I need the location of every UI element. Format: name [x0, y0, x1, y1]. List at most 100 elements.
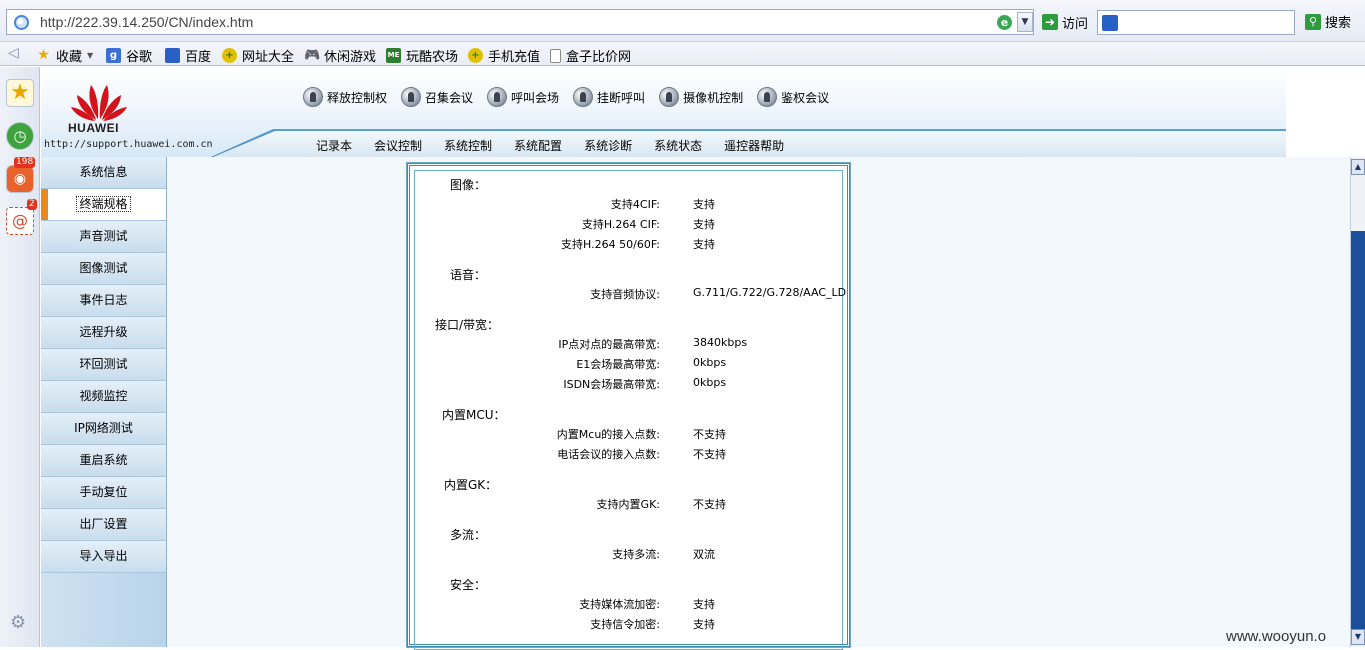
farm-icon: ME — [386, 48, 401, 63]
leftnav-item[interactable]: 视频监控 — [41, 381, 166, 413]
spec-label: 支持内置GK: — [596, 498, 660, 511]
fav-label: 谷歌 — [126, 50, 153, 65]
scroll-thumb[interactable] — [1351, 231, 1365, 631]
huawei-logo-icon — [71, 85, 127, 121]
menu-system-config[interactable]: 系统配置 — [514, 137, 562, 154]
history-clock-icon[interactable]: ◷ — [6, 122, 34, 150]
address-url[interactable]: http://222.39.14.250/CN/index.htm — [40, 14, 253, 30]
menu-system-control[interactable]: 系统控制 — [444, 137, 492, 154]
menu-notebook[interactable]: 记录本 — [316, 137, 352, 154]
leftnav-item[interactable]: 终端规格 — [41, 189, 166, 221]
menu-system-diagnosis[interactable]: 系统诊断 — [584, 137, 632, 154]
ie-compat-icon[interactable]: e — [997, 15, 1012, 30]
auth-meeting-button[interactable]: 鉴权会议 — [757, 87, 829, 107]
toolbar: 释放控制权 召集会议 呼叫会场 挂断呼叫 摄像机控制 鉴权会议 — [303, 87, 829, 107]
menu-remote-help[interactable]: 遥控器帮助 — [724, 137, 784, 154]
spec-label: 支持4CIF: — [610, 198, 660, 211]
gear-icon[interactable]: ⚙ — [10, 612, 26, 633]
search-button[interactable]: ⚲ 搜索 — [1305, 12, 1351, 31]
scroll-down-arrow-icon[interactable]: ▼ — [1351, 629, 1365, 645]
top-menu: 记录本 会议控制 系统控制 系统配置 系统诊断 系统状态 遥控器帮助 — [316, 137, 806, 154]
convene-meeting-button[interactable]: 召集会议 — [401, 87, 473, 107]
toolbar-label: 挂断呼叫 — [597, 90, 646, 105]
leftnav-item[interactable]: 环回测试 — [41, 349, 166, 381]
leftnav-item-label: 终端规格 — [76, 196, 131, 212]
leftnav-item[interactable]: 手动复位 — [41, 477, 166, 509]
spec-section-title: 图像： — [450, 178, 487, 192]
person-icon — [303, 87, 323, 107]
favorites-bar: ◁ ★ 收藏 ▼ g 谷歌 🐾 百度 + 网址大全 🎮 休闲游戏 ME 玩酷农场… — [0, 42, 1365, 66]
spec-value: 双流 — [693, 548, 715, 561]
scroll-up-arrow-icon[interactable]: ▲ — [1351, 159, 1365, 175]
leftnav-item[interactable]: 重启系统 — [41, 445, 166, 477]
leftnav-item[interactable]: 图像测试 — [41, 253, 166, 285]
spec-label: E1会场最高带宽: — [576, 358, 660, 371]
mail-icon[interactable]: @ — [6, 207, 34, 235]
fav-games[interactable]: 🎮 休闲游戏 — [304, 46, 376, 65]
leftnav-item[interactable]: 事件日志 — [41, 285, 166, 317]
spec-section-title: 多流： — [450, 528, 487, 542]
leftnav-item[interactable]: 声音测试 — [41, 221, 166, 253]
toolbar-label: 鉴权会议 — [781, 90, 830, 105]
favorites-menu[interactable]: ★ 收藏 ▼ — [36, 46, 93, 66]
leftnav-item-label: IP网络测试 — [74, 421, 133, 435]
browser-side-panel: ★ ◷ ◉ 198 @ 2 ⚙ — [0, 67, 40, 647]
spec-value: 支持 — [693, 238, 715, 251]
spec-value: 不支持 — [693, 428, 726, 441]
leftnav-item-label: 视频监控 — [79, 389, 128, 403]
menu-meeting-control[interactable]: 会议控制 — [374, 137, 422, 154]
fav-farm[interactable]: ME 玩酷农场 — [386, 46, 458, 65]
fav-label: 玩酷农场 — [406, 50, 459, 65]
fav-site-nav[interactable]: + 网址大全 — [222, 46, 294, 65]
page-header: HUAWEI http://support.huawei.com.cn 释放控制… — [41, 67, 1286, 157]
toolbar-label: 摄像机控制 — [683, 90, 744, 105]
go-button[interactable]: ➜ 访问 — [1042, 12, 1088, 32]
release-control-button[interactable]: 释放控制权 — [303, 87, 387, 107]
site-nav-icon: + — [222, 48, 237, 63]
leftnav-item-label: 出厂设置 — [79, 517, 128, 531]
collapse-arrow-icon[interactable]: ◁ — [8, 45, 19, 61]
menu-system-status[interactable]: 系统状态 — [654, 137, 702, 154]
search-input[interactable]: 🐾 — [1097, 10, 1295, 35]
address-dropdown-button[interactable]: ▼ — [1017, 12, 1033, 32]
support-url[interactable]: http://support.huawei.com.cn — [44, 139, 213, 150]
spec-section-title: 内置MCU： — [442, 408, 506, 422]
hangup-button[interactable]: 挂断呼叫 — [573, 87, 645, 107]
address-bar[interactable]: http://222.39.14.250/CN/index.htm e ▼ — [6, 9, 1034, 35]
spec-value: 0kbps — [693, 376, 727, 389]
leftnav-item[interactable]: 导入导出 — [41, 541, 166, 573]
call-site-button[interactable]: 呼叫会场 — [487, 87, 559, 107]
spec-label: 电话会议的接入点数: — [557, 448, 660, 461]
camera-icon — [659, 87, 680, 107]
fav-google[interactable]: g 谷歌 — [106, 46, 152, 65]
leftnav-item[interactable]: 系统信息 — [41, 157, 166, 189]
go-arrow-icon: ➜ — [1042, 14, 1058, 30]
leftnav-item-label: 系统信息 — [79, 165, 128, 179]
spec-section-title: 安全： — [450, 578, 487, 592]
fav-baidu[interactable]: 🐾 百度 — [165, 46, 211, 65]
spec-label: 内置Mcu的接入点数: — [556, 428, 660, 441]
leftnav-item[interactable]: 远程升级 — [41, 317, 166, 349]
leftnav-item[interactable]: 出厂设置 — [41, 509, 166, 541]
vertical-scrollbar[interactable]: ▲ ▼ — [1350, 157, 1365, 647]
spec-value: 支持 — [693, 218, 715, 231]
baidu-paw-icon: 🐾 — [165, 48, 180, 63]
spec-value: 3840kbps — [693, 336, 748, 349]
leftnav-item[interactable]: IP网络测试 — [41, 413, 166, 445]
camera-control-button[interactable]: 摄像机控制 — [659, 87, 743, 107]
fav-price-compare[interactable]: 盒子比价网 — [550, 46, 631, 65]
favorites-star-icon[interactable]: ★ — [6, 79, 34, 107]
watermark: www.wooyun.o — [1226, 628, 1327, 645]
weibo-icon[interactable]: ◉ — [6, 165, 34, 193]
toolbar-label: 释放控制权 — [327, 90, 388, 105]
main-content: 图像： 支持4CIF: 支持 支持H.264 CIF: 支持 支持H.264 50/60F… — [167, 157, 1350, 650]
leftnav-item-label: 图像测试 — [79, 261, 128, 275]
leftnav-item-label: 导入导出 — [79, 549, 128, 563]
fav-phone-charge[interactable]: + 手机充值 — [468, 46, 540, 65]
spec-value: 不支持 — [693, 498, 726, 511]
spec-value: 0kbps — [693, 356, 727, 369]
left-nav: 系统信息终端规格声音测试图像测试事件日志 远程升级 环回测试视频监控 IP网络测试重启… — [41, 157, 167, 647]
key-icon — [757, 87, 778, 107]
baidu-paw-icon[interactable]: 🐾 — [1102, 15, 1118, 31]
fav-label: 手机充值 — [488, 50, 541, 65]
